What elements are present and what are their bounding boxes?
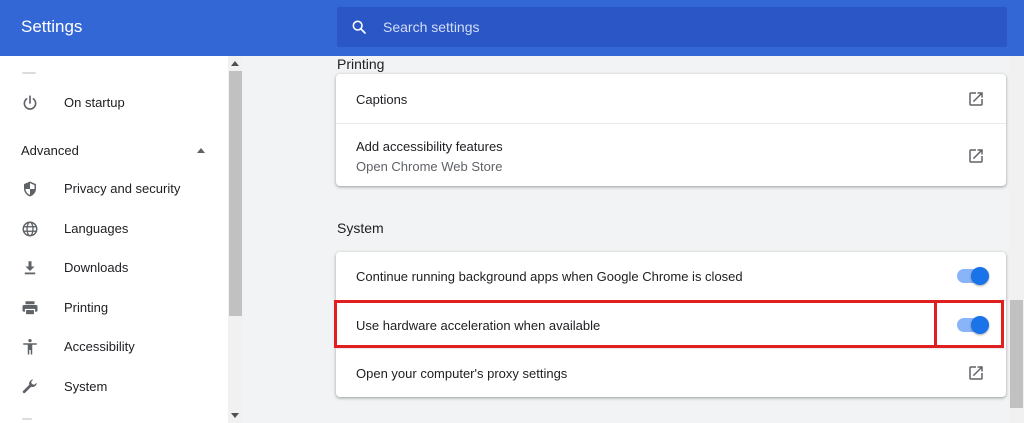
- background-apps-label: Continue running background apps when Go…: [356, 269, 743, 284]
- clipped-icon: [22, 72, 36, 74]
- printer-icon: [22, 301, 38, 316]
- globe-icon: [22, 221, 38, 237]
- scroll-down-icon[interactable]: [231, 413, 239, 418]
- scrollbar-thumb[interactable]: [1010, 300, 1023, 408]
- shield-icon: [24, 181, 36, 197]
- sidebar-scrollbar[interactable]: [228, 56, 243, 423]
- search-icon: [352, 20, 366, 34]
- sidebar-item-label: Downloads: [64, 260, 129, 275]
- proxy-settings-label: Open your computer's proxy settings: [356, 366, 568, 381]
- sidebar-item-downloads[interactable]: Downloads: [0, 250, 228, 286]
- sidebar-item-privacy[interactable]: Privacy and security: [0, 171, 228, 207]
- power-icon: [23, 95, 37, 110]
- captions-row[interactable]: Captions: [336, 74, 1006, 123]
- sidebar: On startup Advanced Privacy and security…: [0, 56, 243, 423]
- sidebar-item-on-startup[interactable]: On startup: [0, 85, 228, 121]
- background-apps-toggle[interactable]: [957, 266, 989, 286]
- printing-section-title: Printing: [337, 56, 385, 72]
- hardware-acceleration-row[interactable]: Use hardware acceleration when available: [336, 300, 1006, 348]
- sidebar-item-label: System: [64, 379, 108, 394]
- system-section-title: System: [337, 220, 384, 236]
- advanced-label: Advanced: [21, 143, 79, 158]
- clipped-icon: [22, 418, 32, 420]
- caret-up-icon: [197, 148, 205, 153]
- sidebar-item-label: Languages: [64, 221, 129, 236]
- sidebar-item-label: Printing: [64, 300, 109, 315]
- search-input[interactable]: [383, 7, 983, 47]
- scrollbar-thumb[interactable]: [229, 71, 242, 316]
- search-box[interactable]: [337, 7, 1007, 47]
- main-scrollbar[interactable]: [1009, 56, 1024, 423]
- background-apps-row[interactable]: Continue running background apps when Go…: [336, 252, 1006, 300]
- sidebar-item-languages[interactable]: Languages: [0, 211, 228, 247]
- settings-header: Settings: [0, 0, 1024, 56]
- sidebar-item-system[interactable]: System: [0, 369, 228, 405]
- add-features-label: Add accessibility features: [356, 139, 503, 154]
- wrench-icon: [22, 379, 37, 394]
- accessibility-card: Captions Add accessibility features Open…: [336, 74, 1006, 186]
- sidebar-item-accessibility[interactable]: Accessibility: [0, 329, 228, 365]
- add-features-sublabel: Open Chrome Web Store: [356, 159, 503, 174]
- system-card: Continue running background apps when Go…: [336, 252, 1006, 397]
- toggle-knob: [971, 267, 989, 285]
- external-link-icon[interactable]: [967, 147, 985, 165]
- download-icon: [24, 261, 36, 275]
- sidebar-item-label: Privacy and security: [64, 181, 181, 196]
- add-accessibility-row[interactable]: Add accessibility features Open Chrome W…: [336, 123, 1006, 186]
- toggle-knob: [971, 316, 989, 334]
- sidebar-item-label: On startup: [64, 95, 125, 110]
- page-title: Settings: [21, 17, 83, 36]
- hardware-acceleration-label: Use hardware acceleration when available: [356, 318, 601, 333]
- captions-label: Captions: [356, 92, 408, 107]
- sidebar-item-printing[interactable]: Printing: [0, 290, 228, 326]
- sidebar-item-label: Accessibility: [64, 339, 135, 354]
- advanced-toggle[interactable]: Advanced: [0, 132, 228, 168]
- scroll-up-icon[interactable]: [231, 61, 239, 66]
- accessibility-icon: [23, 338, 37, 355]
- proxy-settings-row[interactable]: Open your computer's proxy settings: [336, 348, 1006, 397]
- external-link-icon[interactable]: [967, 90, 985, 108]
- external-link-icon[interactable]: [967, 364, 985, 382]
- hardware-acceleration-toggle[interactable]: [957, 315, 989, 335]
